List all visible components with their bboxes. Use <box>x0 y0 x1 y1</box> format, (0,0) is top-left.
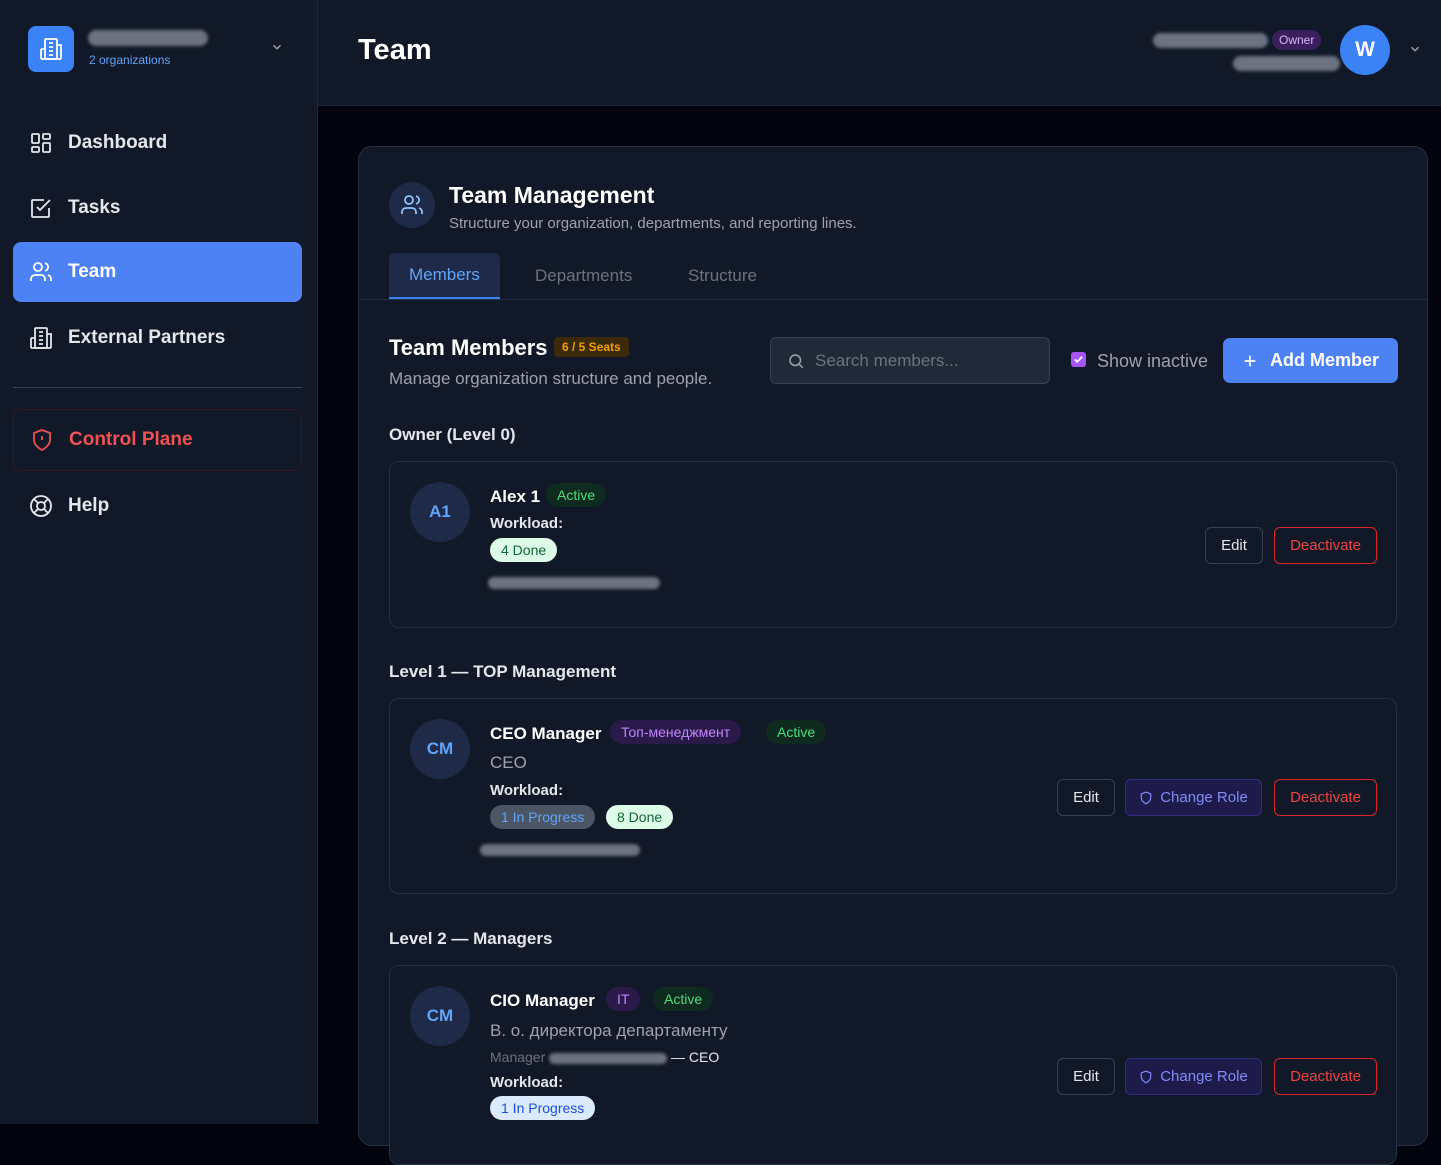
manager-name-redacted <box>549 1052 668 1064</box>
sidebar-item-tasks[interactable]: Tasks <box>13 178 302 238</box>
level-heading: Level 1 — TOP Management <box>389 662 617 681</box>
change-role-button[interactable]: Change Role <box>1125 779 1262 816</box>
users-icon <box>389 182 435 228</box>
search-input[interactable] <box>815 338 1045 383</box>
search-field[interactable] <box>770 337 1050 384</box>
sidebar-item-label: Team <box>68 261 117 282</box>
users-icon <box>30 262 52 281</box>
member-name: Alex 1 <box>490 487 541 506</box>
shield-icon <box>1140 791 1152 804</box>
manager-role: — CEO <box>671 1049 720 1065</box>
member-title: CEO <box>490 753 527 772</box>
workload-in-progress-badge: 1 In Progress <box>490 1096 596 1120</box>
avatar: CM <box>410 719 470 779</box>
change-role-button[interactable]: Change Role <box>1125 1058 1262 1095</box>
manager-line: Manager — CEO <box>490 1049 719 1065</box>
chevron-down-icon <box>272 44 282 50</box>
status-badge: Active <box>766 720 827 744</box>
sidebar: 2 organizations Dashboard Tasks Team Ext… <box>0 0 318 1124</box>
sidebar-item-label: Tasks <box>68 197 121 218</box>
member-card: CM CEO Manager Топ-менеджмент Active CEO… <box>389 698 1397 894</box>
workload-done-badge: 8 Done <box>606 805 674 829</box>
org-name-redacted <box>88 30 208 46</box>
user-avatar[interactable]: W <box>1340 25 1390 75</box>
department-badge: IT <box>606 987 641 1011</box>
org-count: 2 organizations <box>89 53 171 67</box>
avatar: CM <box>410 986 470 1046</box>
sidebar-item-control-plane[interactable]: Control Plane <box>13 409 302 471</box>
building-icon <box>28 26 74 72</box>
building-icon <box>30 327 52 349</box>
workload-label: Workload: <box>490 782 564 799</box>
workload-label: Workload: <box>490 1074 564 1091</box>
sidebar-item-help[interactable]: Help <box>13 476 302 536</box>
member-card: CM CIO Manager IT Active В. о. директора… <box>389 965 1397 1165</box>
avatar: A1 <box>410 482 470 542</box>
shield-alert-icon <box>33 429 51 452</box>
shield-icon <box>1140 1070 1152 1083</box>
sidebar-item-external-partners[interactable]: External Partners <box>13 308 302 368</box>
tab-structure[interactable]: Structure <box>668 253 777 299</box>
deactivate-button[interactable]: Deactivate <box>1274 1058 1377 1095</box>
email-redacted <box>480 844 640 856</box>
level-heading: Owner (Level 0) <box>389 425 516 444</box>
edit-button[interactable]: Edit <box>1057 1058 1115 1095</box>
search-icon <box>789 354 804 369</box>
edit-button[interactable]: Edit <box>1205 527 1263 564</box>
lifebuoy-icon <box>30 495 52 517</box>
sidebar-item-team[interactable]: Team <box>13 242 302 302</box>
member-name: CEO Manager <box>490 724 602 743</box>
sidebar-item-label: Control Plane <box>69 429 193 450</box>
top-bar: Team Owner W <box>318 0 1441 106</box>
member-name: CIO Manager <box>490 991 595 1010</box>
team-management-card: Team Management Structure your organizat… <box>358 146 1428 1165</box>
sidebar-item-dashboard[interactable]: Dashboard <box>13 113 302 173</box>
add-member-button[interactable]: Add Member <box>1223 338 1398 383</box>
role-badge: Owner <box>1272 30 1322 50</box>
manager-prefix: Manager <box>490 1049 546 1065</box>
status-badge: Active <box>653 987 714 1011</box>
card-title: Team Management <box>449 182 655 208</box>
sidebar-divider <box>13 387 302 388</box>
edit-button[interactable]: Edit <box>1057 779 1115 816</box>
section-title: Team Members <box>389 335 548 360</box>
page-title: Team <box>358 34 432 66</box>
member-card: A1 Alex 1 Active Workload: 4 Done Edit D… <box>389 461 1397 628</box>
sidebar-item-label: Help <box>68 495 110 516</box>
workload-in-progress-badge: 1 In Progress <box>490 805 596 829</box>
deactivate-button[interactable]: Deactivate <box>1274 779 1377 816</box>
dashboard-icon <box>31 133 51 153</box>
sidebar-item-label: Dashboard <box>68 132 168 153</box>
plus-icon <box>1244 355 1256 366</box>
status-badge: Active <box>546 483 607 507</box>
email-redacted <box>488 577 660 589</box>
org-switcher[interactable]: 2 organizations <box>28 26 298 72</box>
level-heading: Level 2 — Managers <box>389 929 553 948</box>
user-name-redacted <box>1153 33 1268 48</box>
section-subtitle: Manage organization structure and people… <box>389 369 713 388</box>
tab-departments[interactable]: Departments <box>515 253 652 299</box>
tabs-divider <box>359 299 1427 300</box>
show-inactive-checkbox[interactable] <box>1071 352 1086 367</box>
tab-members[interactable]: Members <box>389 253 500 299</box>
workload-done-badge: 4 Done <box>490 538 558 562</box>
user-email-redacted <box>1233 56 1340 71</box>
show-inactive-label[interactable]: Show inactive <box>1097 351 1208 372</box>
card-subtitle: Structure your organization, departments… <box>449 215 857 232</box>
deactivate-button[interactable]: Deactivate <box>1274 527 1377 564</box>
seats-badge: 6 / 5 Seats <box>554 337 629 357</box>
tasks-icon <box>31 199 51 218</box>
sidebar-item-label: External Partners <box>68 327 226 348</box>
member-title: В. о. директора департаменту <box>490 1021 728 1040</box>
workload-label: Workload: <box>490 515 564 532</box>
department-badge: Топ-менеджмент <box>610 720 742 744</box>
chevron-down-icon[interactable] <box>1408 42 1422 56</box>
